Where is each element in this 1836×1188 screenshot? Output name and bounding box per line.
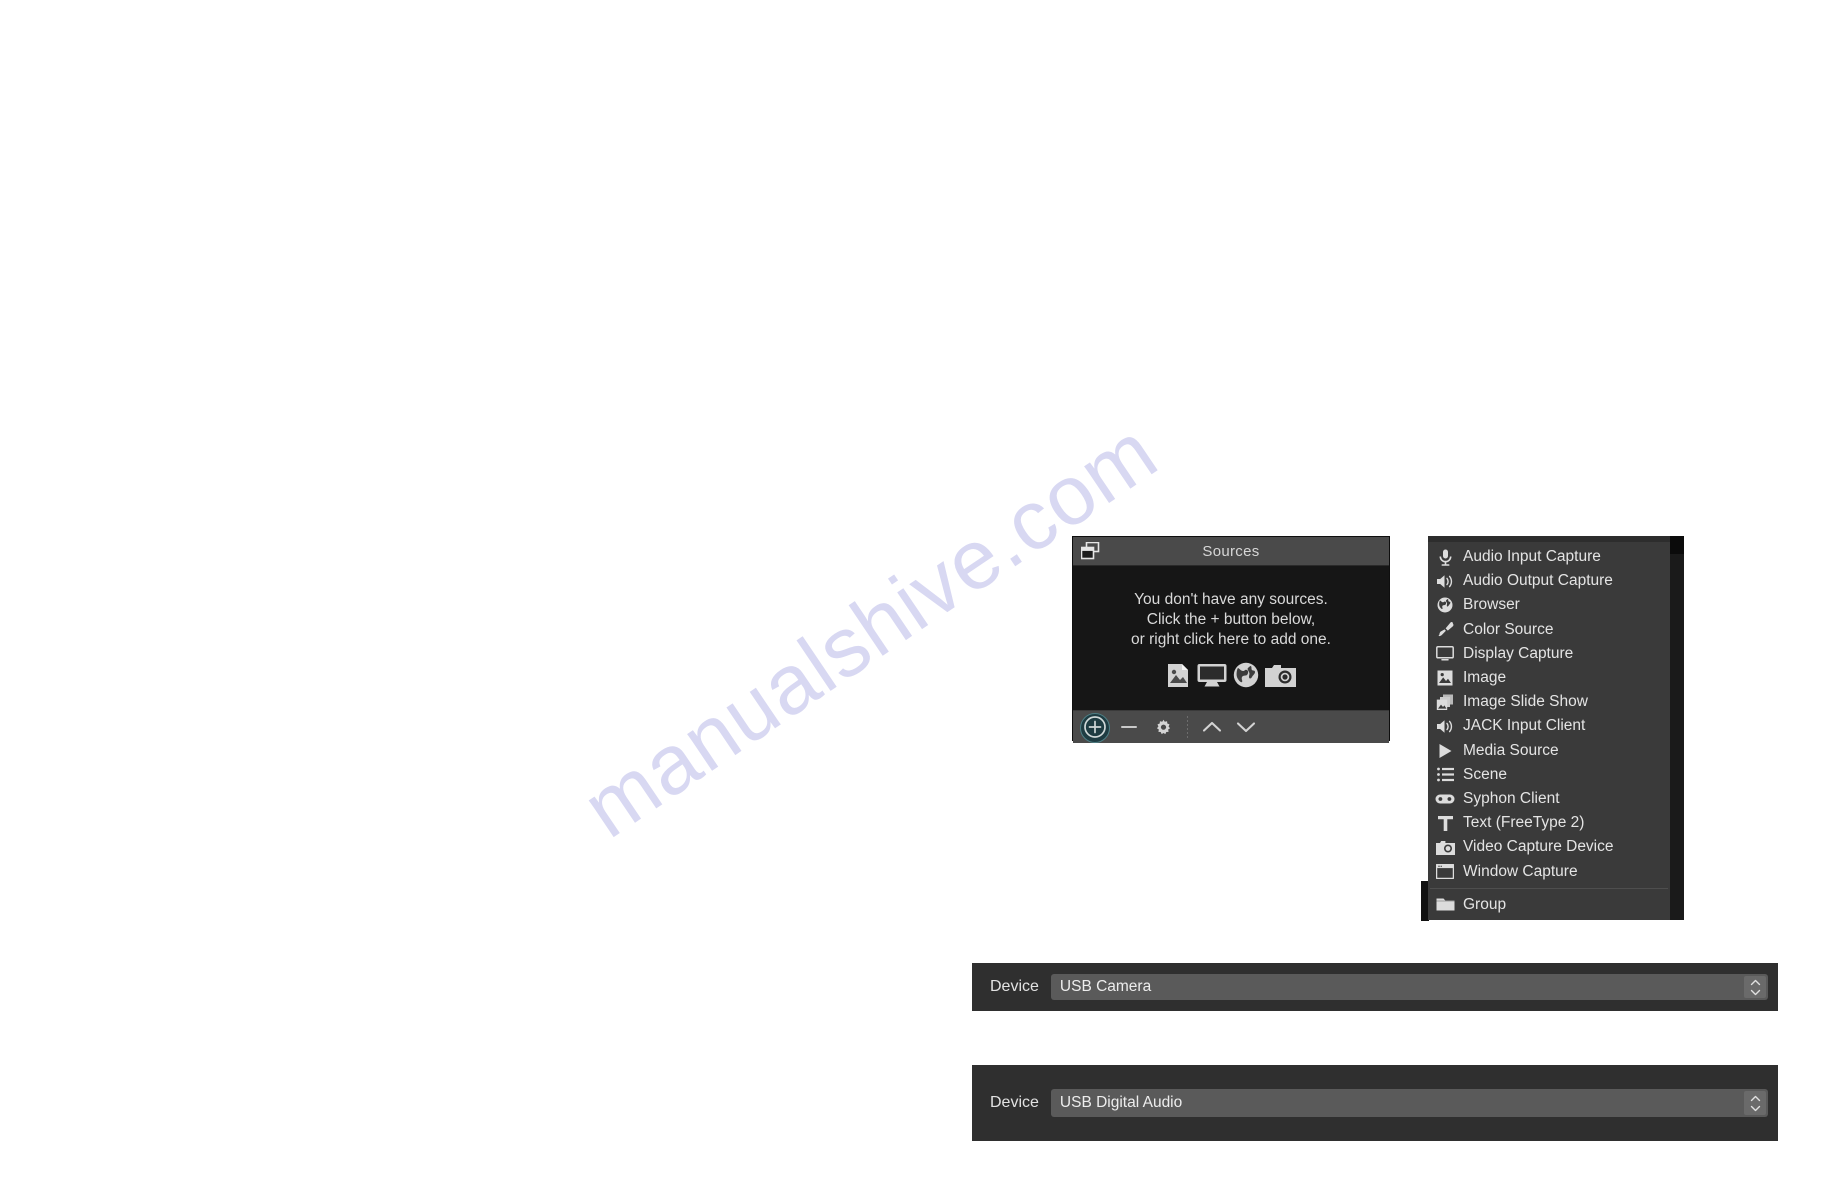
combo-stepper-icon[interactable] [1744,976,1766,998]
menu-item-label: Syphon Client [1463,789,1560,807]
menu-item-scene[interactable]: Scene [1428,763,1670,787]
globe-icon [1434,595,1456,615]
menu-item-label: Video Capture Device [1463,838,1614,856]
toolbar-separator [1187,716,1188,738]
globe-icon [1233,662,1259,688]
menu-item-group[interactable]: Group [1428,893,1670,917]
empty-state-icon-row [1166,662,1296,688]
gamepad-icon [1434,789,1456,809]
list-icon [1434,765,1456,785]
video-device-property-row: Device USB Camera [972,963,1778,1011]
camera-icon [1265,663,1296,687]
menu-item-label: Display Capture [1463,644,1574,662]
menu-item-display-capture[interactable]: Display Capture [1428,642,1670,666]
empty-state-line-1: You don't have any sources. [1134,591,1328,608]
menu-item-label: Browser [1463,596,1520,614]
menu-item-label: Audio Output Capture [1463,572,1613,590]
menu-item-label: Window Capture [1463,862,1578,880]
display-icon [1197,663,1227,688]
sources-titlebar: Sources [1073,537,1389,566]
menu-item-video-capture-device[interactable]: Video Capture Device [1428,835,1670,859]
menu-item-window-capture[interactable]: Window Capture [1428,859,1670,883]
video-device-value: USB Camera [1059,978,1152,995]
menu-item-label: Audio Input Capture [1463,548,1601,566]
empty-state-line-3: or right click here to add one. [1131,631,1331,648]
menu-corner-shadow [1670,536,1684,554]
image-icon [1166,663,1191,688]
folder-icon [1434,895,1456,915]
menu-item-label: Group [1463,895,1507,913]
window-icon [1434,862,1456,882]
menu-item-label: Text (FreeType 2) [1463,814,1585,832]
move-source-down-button[interactable] [1229,712,1263,742]
menu-item-jack-input-client[interactable]: JACK Input Client [1428,714,1670,738]
menu-item-label: Image Slide Show [1463,693,1588,711]
menu-item-label: Media Source [1463,741,1559,759]
menu-item-label: JACK Input Client [1463,717,1586,735]
add-source-button[interactable] [1078,712,1112,743]
windows-stack-icon[interactable] [1080,541,1100,560]
audio-device-property-row: Device USB Digital Audio [972,1065,1778,1141]
move-source-up-button[interactable] [1195,712,1229,742]
microphone-icon [1434,547,1456,567]
device-label: Device [990,978,1039,995]
monitor-icon [1434,644,1456,664]
remove-source-button[interactable] [1112,712,1146,742]
menu-item-image[interactable]: Image [1428,666,1670,690]
image-stack-icon [1434,692,1456,712]
camera-icon [1434,837,1456,857]
sources-panel-title: Sources [1202,542,1260,560]
brush-icon [1434,620,1456,640]
menu-item-color-source[interactable]: Color Source [1428,618,1670,642]
menu-item-media-source[interactable]: Media Source [1428,739,1670,763]
menu-item-syphon-client[interactable]: Syphon Client [1428,787,1670,811]
menu-separator [1430,887,1668,889]
sources-empty-state[interactable]: You don't have any sources. Click the + … [1073,566,1389,710]
menu-item-label: Image [1463,669,1507,687]
sources-toolbar [1073,710,1389,743]
menu-item-image-slide-show[interactable]: Image Slide Show [1428,690,1670,714]
sources-dock-panel: Sources You don't have any sources. Clic… [1073,537,1389,743]
image-icon [1434,668,1456,688]
menu-item-audio-output-capture[interactable]: Audio Output Capture [1428,569,1670,593]
add-source-menu: Audio Input Capture Audio Output Capture [1428,542,1670,920]
menu-item-label: Scene [1463,765,1507,783]
menu-item-audio-input-capture[interactable]: Audio Input Capture [1428,545,1670,569]
empty-state-line-2: Click the + button below, [1146,611,1316,628]
audio-device-combobox[interactable]: USB Digital Audio [1050,1089,1768,1117]
text-icon [1434,813,1456,833]
speaker-icon [1434,571,1456,591]
combo-stepper-icon[interactable] [1744,1091,1766,1115]
menu-item-text-freetype[interactable]: Text (FreeType 2) [1428,811,1670,835]
speaker-icon [1434,716,1456,736]
audio-device-value: USB Digital Audio [1059,1094,1183,1111]
device-label: Device [990,1094,1039,1111]
menu-item-label: Color Source [1463,620,1554,638]
video-device-combobox[interactable]: USB Camera [1050,974,1768,1000]
menu-item-browser[interactable]: Browser [1428,593,1670,617]
add-source-menu-container: Audio Input Capture Audio Output Capture [1421,536,1684,921]
play-icon [1434,741,1456,761]
gear-icon[interactable] [1146,712,1180,742]
menu-right-shadow [1670,536,1684,920]
